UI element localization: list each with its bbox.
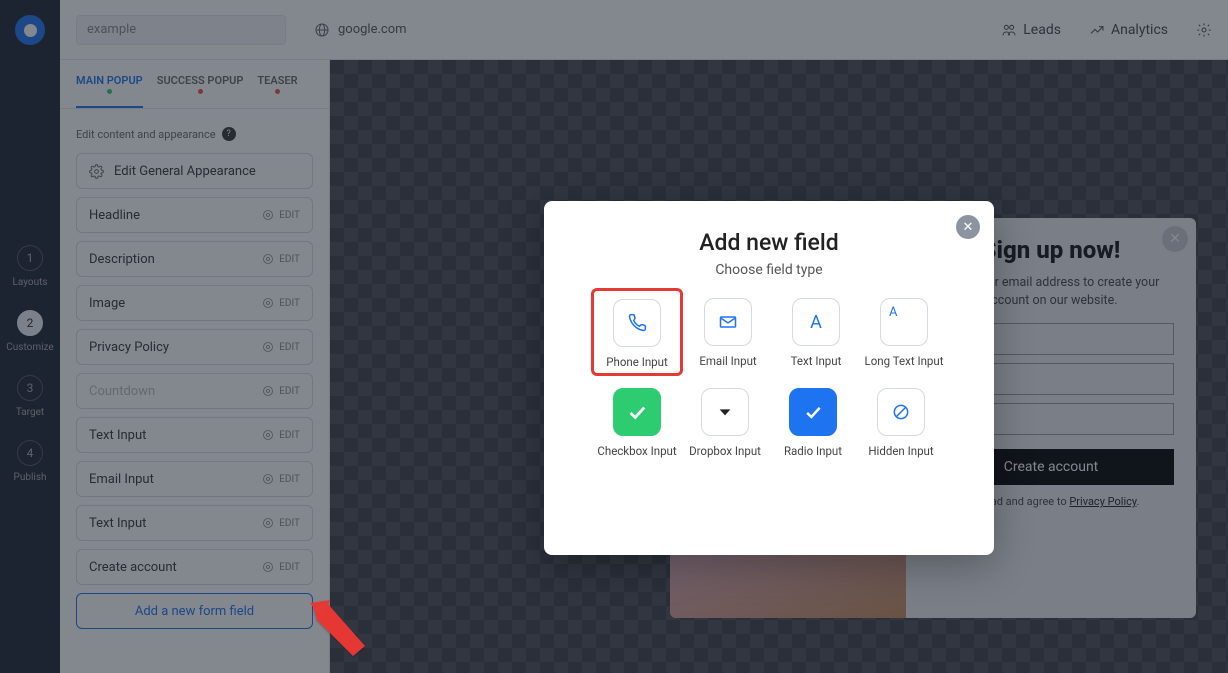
field-label: Long Text Input: [865, 354, 944, 368]
radio-icon: [789, 388, 837, 436]
field-label: Radio Input: [784, 444, 842, 458]
field-label: Checkbox Input: [597, 444, 676, 458]
field-option-text[interactable]: A Text Input: [781, 298, 851, 372]
field-option-email[interactable]: Email Input: [693, 298, 763, 372]
field-option-longtext[interactable]: A Long Text Input: [869, 298, 939, 372]
text-icon: A: [792, 298, 840, 346]
hidden-icon: [877, 388, 925, 436]
dropdown-icon: [701, 388, 749, 436]
field-label: Hidden Input: [868, 444, 933, 458]
field-label: Dropbox Input: [689, 444, 761, 458]
modal-subtitle: Choose field type: [564, 262, 974, 278]
longtext-icon: A: [880, 298, 928, 346]
field-option-hidden[interactable]: Hidden Input: [866, 388, 936, 458]
field-label: Phone Input: [606, 355, 668, 369]
annotation-arrow-icon: [305, 598, 375, 658]
email-icon: [704, 298, 752, 346]
field-option-checkbox[interactable]: Checkbox Input: [602, 388, 672, 458]
checkbox-icon: [613, 388, 661, 436]
highlighted-phone-option: Phone Input: [591, 288, 683, 376]
field-type-grid: Phone Input Email Input A Text Input A L…: [564, 298, 974, 458]
phone-icon: [613, 299, 661, 347]
field-option-phone[interactable]: Phone Input: [602, 299, 672, 369]
add-field-modal: ✕ Add new field Choose field type Phone …: [544, 201, 994, 555]
modal-title: Add new field: [564, 229, 974, 256]
field-label: Text Input: [791, 354, 842, 368]
field-label: Email Input: [699, 354, 756, 368]
modal-close-icon[interactable]: ✕: [956, 215, 980, 239]
field-option-radio[interactable]: Radio Input: [778, 388, 848, 458]
field-option-dropbox[interactable]: Dropbox Input: [690, 388, 760, 458]
